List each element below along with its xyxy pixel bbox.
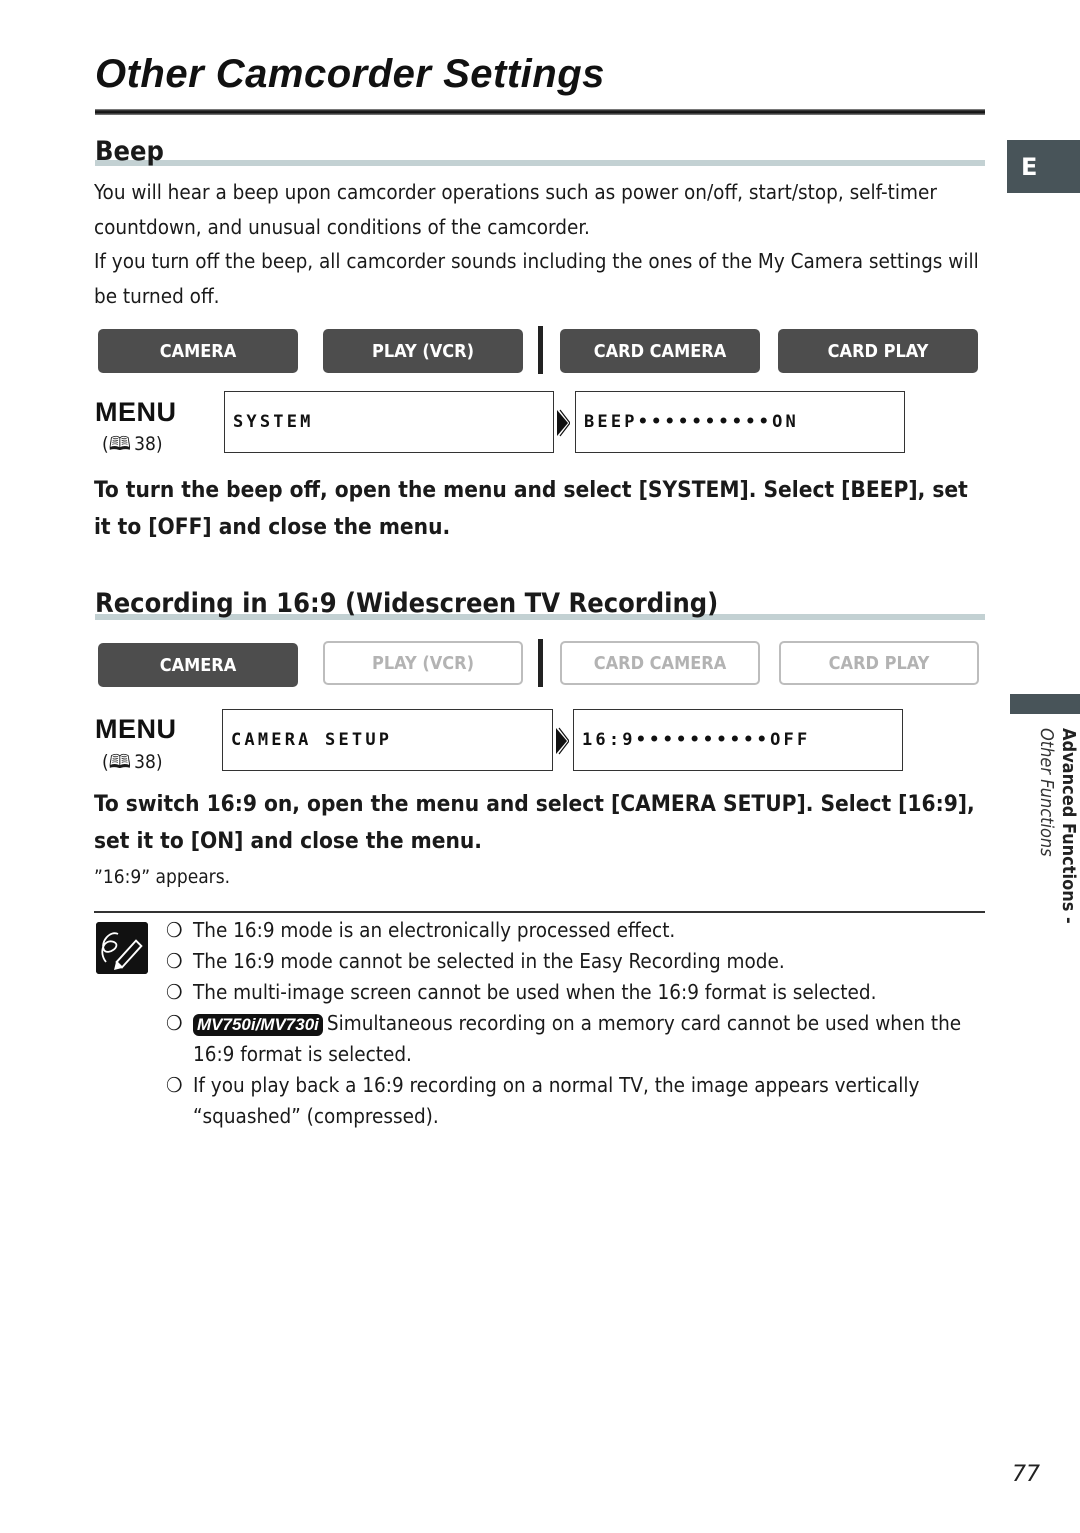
notes-divider [94, 911, 985, 913]
mode-card-camera: CARD CAMERA [560, 641, 760, 685]
chapter-subsection: Other Functions [1036, 728, 1057, 857]
ref-page: 38 [134, 433, 156, 455]
page-number: 77 [1012, 1462, 1040, 1487]
circle-bullet-icon: ❍ [166, 918, 183, 942]
chapter-title: Advanced Functions - [1058, 728, 1079, 924]
beep-instruction: To turn the beep off, open the menu and … [94, 477, 968, 540]
language-tab: E [1007, 140, 1080, 193]
mode-camera: CAMERA [98, 643, 298, 687]
chapter-label: Advanced Functions - Other Functions [1010, 728, 1080, 948]
mode-card-play: CARD PLAY [778, 329, 978, 373]
mode-play-vcr: PLAY (VCR) [323, 329, 523, 373]
menu-setting-box: 16:9••••••••••OFF [573, 709, 903, 771]
mode-separator [538, 639, 543, 687]
circle-bullet-icon: ❍ [166, 980, 183, 1004]
note-item: ❍ MV750i/MV730i Simultaneous recording on … [166, 1008, 986, 1070]
menu-label: MENU [95, 714, 177, 744]
chapter-tab [1010, 694, 1080, 714]
model-badge: MV750i/MV730i [193, 1014, 323, 1036]
title-rule [95, 109, 985, 115]
menu-page-ref: (🕮 38) [102, 430, 163, 462]
pencil-note-icon [96, 922, 148, 974]
beep-paragraph-1: You will hear a beep upon camcorder oper… [94, 180, 937, 239]
widescreen-instruction: To switch 16:9 on, open the menu and sel… [94, 791, 975, 854]
beep-heading: Beep [95, 136, 164, 167]
mode-camera: CAMERA [98, 329, 298, 373]
ref-page: 38 [134, 751, 156, 773]
section-bar [95, 160, 985, 166]
circle-bullet-icon: ❍ [166, 1073, 183, 1097]
book-icon: 🕮 [108, 433, 132, 455]
mode-card-camera: CARD CAMERA [560, 329, 760, 373]
note-item: ❍ If you play back a 16:9 recording on a … [166, 1070, 986, 1132]
widescreen-heading: Recording in 16:9 (Widescreen TV Recordi… [95, 588, 719, 619]
arrow-right-icon [556, 727, 569, 755]
page-title: Other Camcorder Settings [95, 52, 605, 96]
menu-page-ref: (🕮 38) [102, 748, 163, 780]
menu-submenu-box: SYSTEM [224, 391, 554, 453]
circle-bullet-icon: ❍ [166, 949, 183, 973]
circle-bullet-icon: ❍ [166, 1011, 183, 1035]
mode-separator [538, 326, 543, 374]
notes-list: ❍ The 16:9 mode is an electronically proc… [166, 915, 986, 1132]
menu-submenu-box: CAMERA SETUP [222, 709, 553, 771]
widescreen-result: ”16:9” appears. [94, 866, 231, 888]
beep-paragraph-2: If you turn off the beep, all camcorder … [94, 249, 979, 308]
arrow-right-icon [557, 409, 570, 437]
mode-play-vcr: PLAY (VCR) [323, 641, 523, 685]
mode-card-play: CARD PLAY [779, 641, 979, 685]
note-item: ❍ The 16:9 mode cannot be selected in the… [166, 946, 986, 977]
note-item: ❍ The 16:9 mode is an electronically proc… [166, 915, 986, 946]
menu-setting-box: BEEP••••••••••ON [575, 391, 905, 453]
note-item: ❍ The multi-image screen cannot be used w… [166, 977, 986, 1008]
book-icon: 🕮 [108, 751, 132, 773]
menu-label: MENU [95, 397, 177, 427]
